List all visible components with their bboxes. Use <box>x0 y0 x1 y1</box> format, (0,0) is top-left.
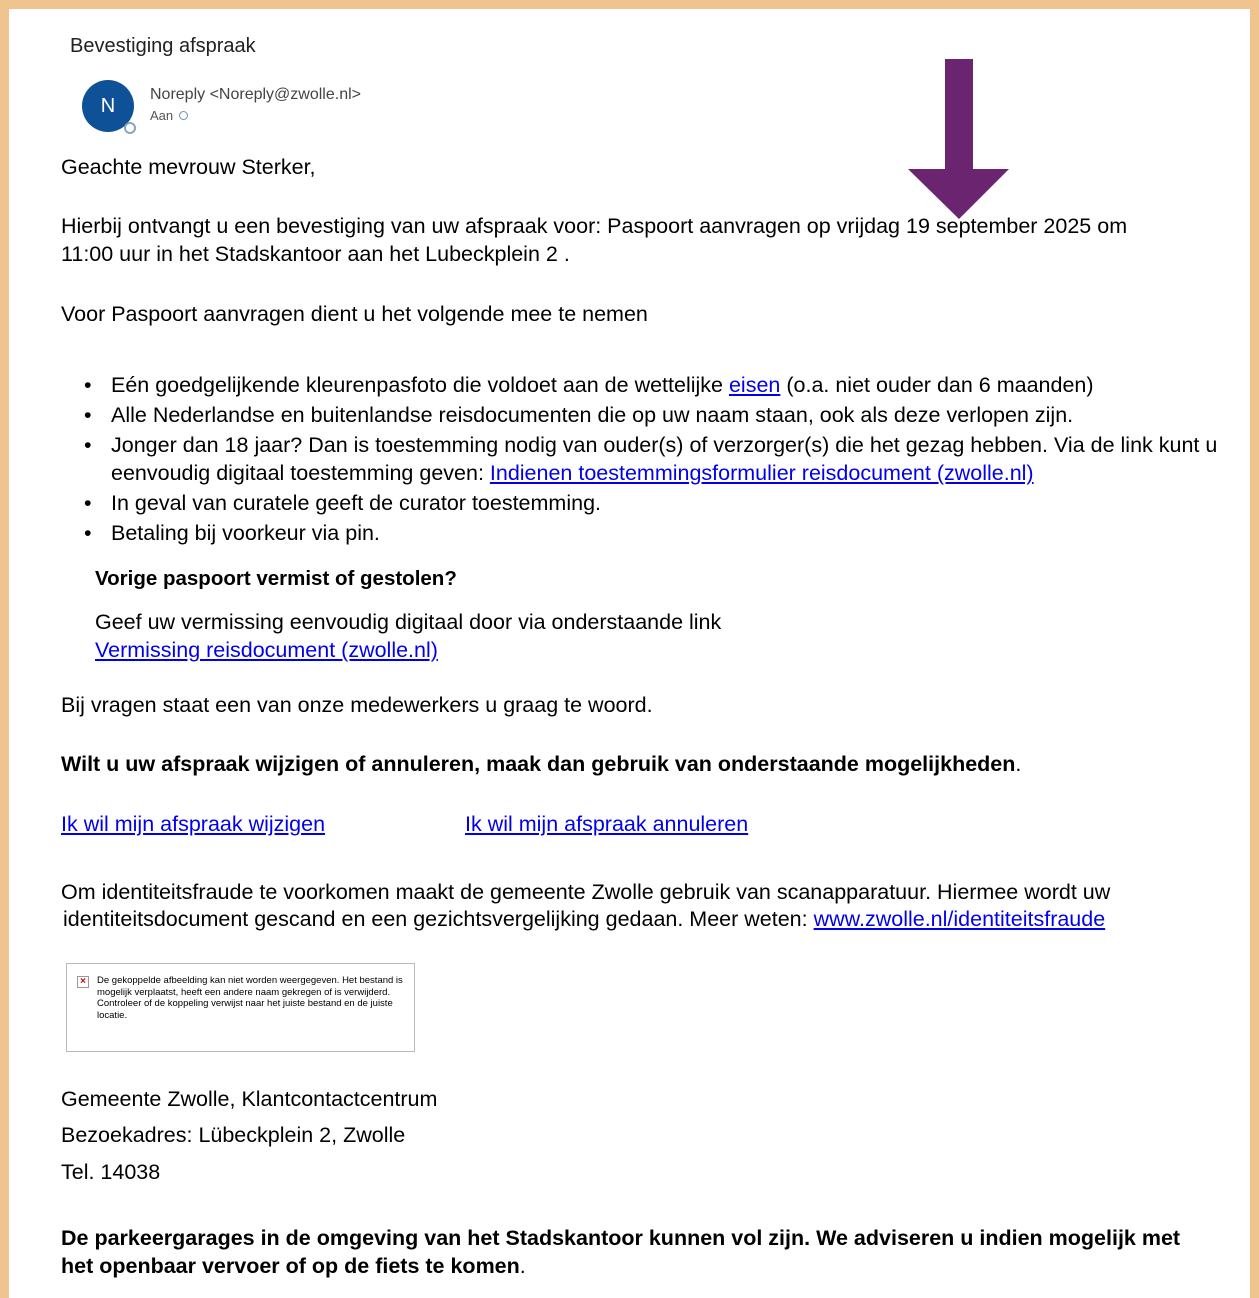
fraud-link[interactable]: www.zwolle.nl/identiteitsfraude <box>814 907 1106 931</box>
change-heading: Wilt u uw afspraak wijzigen of annuleren… <box>61 750 1021 778</box>
parking-notice-dot: . <box>519 1254 526 1278</box>
email-window: Bevestiging afspraak N Noreply <Noreply@… <box>9 9 1250 1298</box>
change-appointment-link[interactable]: Ik wil mijn afspraak wijzigen <box>61 810 325 838</box>
fraud-line-2-text: identiteitsdocument gescand en een gezic… <box>63 907 814 931</box>
req4-text: In geval van curatele geeft de curator t… <box>111 491 601 515</box>
bring-intro: Voor Paspoort aanvragen dient u het volg… <box>61 302 648 326</box>
list-item: Betaling bij voorkeur via pin. <box>84 519 1250 547</box>
list-item: In geval van curatele geeft de curator t… <box>84 489 1250 517</box>
lost-passport-heading: Vorige paspoort vermist of gestolen? <box>95 567 457 590</box>
req5-text: Betaling bij voorkeur via pin. <box>111 521 380 545</box>
lost-passport-link[interactable]: Vermissing reisdocument (zwolle.nl) <box>95 636 438 664</box>
signature-line-1: Gemeente Zwolle, Klantcontactcentrum <box>61 1087 438 1111</box>
recipient-row[interactable]: Aan <box>150 108 189 123</box>
greeting: Geachte mevrouw Sterker, <box>61 155 316 179</box>
eisen-link[interactable]: eisen <box>729 373 780 397</box>
list-item: Jonger dan 18 jaar? Dan is toestemming n… <box>84 431 1250 487</box>
parking-notice: De parkeergarages in de omgeving van het… <box>61 1224 1211 1280</box>
req2-text: Alle Nederlandse en buitenlandse reisdoc… <box>111 403 1074 427</box>
to-label: Aan <box>150 108 174 123</box>
list-item: Eén goedgelijkende kleurenpasfoto die vo… <box>84 371 1250 399</box>
change-heading-text: Wilt u uw afspraak wijzigen of annuleren… <box>61 752 1016 776</box>
consent-form-link[interactable]: Indienen toestemmingsformulier reisdocum… <box>490 461 1034 485</box>
list-item: Alle Nederlandse en buitenlandse reisdoc… <box>84 401 1250 429</box>
sender-avatar[interactable]: N <box>82 80 136 134</box>
arrow-down-icon <box>908 59 1009 219</box>
email-subject: Bevestiging afspraak <box>70 35 256 57</box>
req1-text: Eén goedgelijkende kleurenpasfoto die vo… <box>111 373 729 397</box>
lost-passport-text: Geef uw vermissing eenvoudig digitaal do… <box>95 610 722 634</box>
fraud-line-1: Om identiteitsfraude te voorkomen maakt … <box>61 880 1111 904</box>
confirmation-line-2: 11:00 uur in het Stadskantoor aan het Lu… <box>61 242 570 266</box>
parking-notice-text: De parkeergarages in de omgeving van het… <box>61 1226 1181 1278</box>
avatar-initial: N <box>100 94 116 117</box>
presence-icon <box>124 122 136 134</box>
signature-line-2: Bezoekadres: Lübeckplein 2, Zwolle <box>61 1123 406 1147</box>
change-heading-dot: . <box>1015 752 1022 776</box>
questions-text: Bij vragen staat een van onze medewerker… <box>61 693 653 717</box>
fraud-line-2: identiteitsdocument gescand en een gezic… <box>63 905 1105 933</box>
broken-image: × De gekoppelde afbeelding kan niet word… <box>66 963 415 1052</box>
requirements-list: Eén goedgelijkende kleurenpasfoto die vo… <box>61 371 1250 549</box>
confirmation-line-1: Hierbij ontvangt u een bevestiging van u… <box>61 214 1128 238</box>
req1-suffix: (o.a. niet ouder dan 6 maanden) <box>780 373 1094 397</box>
cancel-appointment-link[interactable]: Ik wil mijn afspraak annuleren <box>465 810 748 838</box>
recipient-status-icon <box>179 111 189 120</box>
sender-address[interactable]: Noreply <Noreply@zwolle.nl> <box>150 86 361 104</box>
broken-image-icon: × <box>77 976 89 988</box>
broken-image-message: De gekoppelde afbeelding kan niet worden… <box>97 975 403 1021</box>
signature-line-3: Tel. 14038 <box>61 1160 161 1184</box>
